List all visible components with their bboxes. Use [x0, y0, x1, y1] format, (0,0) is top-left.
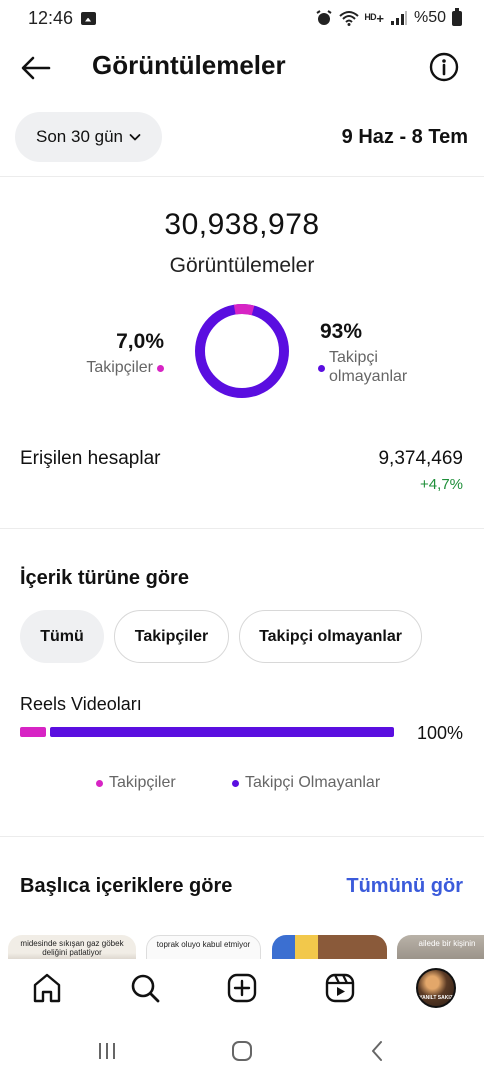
non-followers-legend: Takipçi olmayanlar: [318, 348, 439, 386]
followers-dot-icon: [96, 779, 103, 787]
donut-followers-segment: [195, 304, 289, 398]
thumbnail-caption: toprak oluyo kabul etmiyor: [156, 940, 251, 949]
reached-accounts-change: +4,7%: [420, 476, 463, 493]
non-followers-label: Takipçi olmayanlar: [329, 349, 408, 385]
total-views-label: Görüntülemeler: [169, 254, 315, 277]
image-notification-icon: [81, 11, 97, 25]
profile-avatar[interactable]: YANILT SAKIZ: [416, 968, 456, 1008]
status-bar: 12:46 ᴴᴰ+ %50: [0, 0, 484, 36]
thumbnail-caption: midesinde sıkışan gaz göbek deliğini pat…: [20, 939, 124, 957]
battery-percent: %50: [413, 9, 446, 26]
reels-icon[interactable]: [322, 970, 358, 1006]
create-icon[interactable]: [224, 970, 260, 1006]
followers-dot-icon: [157, 364, 164, 372]
legend-followers-label: Takipçiler: [109, 774, 176, 791]
tab-followers[interactable]: Takipçiler: [114, 610, 229, 663]
chevron-down-icon: [129, 134, 141, 141]
reels-percent: 100%: [416, 723, 463, 743]
reels-share-bar: [20, 727, 394, 737]
tab-all-label: Tümü: [40, 627, 84, 645]
status-right: ᴴᴰ+ %50: [315, 7, 462, 27]
bar-non-followers-segment: [50, 727, 394, 737]
tab-followers-label: Takipçiler: [134, 627, 209, 645]
tab-non-followers[interactable]: Takipçi olmayanlar: [239, 610, 422, 663]
followers-percent: 7,0%: [116, 330, 164, 353]
content-thumbnail[interactable]: midesinde sıkışan gaz göbek deliğini pat…: [8, 935, 136, 959]
wifi-icon: [339, 11, 359, 26]
date-range-dropdown[interactable]: Son 30 gün: [15, 112, 162, 162]
content-thumbnail[interactable]: toprak oluyo kabul etmiyor: [146, 935, 261, 959]
content-type-title: İçerik türüne göre: [20, 567, 189, 589]
see-all-link[interactable]: Tümünü gör: [346, 875, 463, 898]
back-button-icon[interactable]: [363, 1036, 393, 1066]
legend-followers: Takipçiler: [96, 774, 176, 792]
status-time: 12:46: [28, 7, 74, 28]
top-content-title: Başlıca içeriklere göre: [20, 875, 233, 897]
content-thumbnail[interactable]: ailede bir kişinin: [397, 935, 484, 959]
non-followers-dot-icon: [318, 365, 325, 372]
total-views-value: 30,938,978: [164, 208, 320, 241]
divider: [0, 528, 484, 529]
tab-non-followers-label: Takipçi olmayanlar: [259, 627, 402, 645]
legend-non-followers-label: Takipçi Olmayanlar: [245, 774, 381, 791]
home-button-icon[interactable]: [227, 1036, 257, 1066]
back-arrow-icon[interactable]: [18, 50, 54, 86]
date-range-dropdown-label: Son 30 gün: [36, 127, 123, 146]
bar-followers-segment: [20, 727, 46, 737]
tab-all[interactable]: Tümü: [20, 610, 104, 663]
reached-accounts-value: 9,374,469: [378, 448, 463, 469]
thumbnail-caption: ailede bir kişinin: [418, 939, 476, 948]
reached-accounts-label: Erişilen hesaplar: [20, 448, 161, 469]
views-donut-chart: [195, 304, 289, 398]
donut-non-followers-segment: [195, 304, 289, 398]
search-icon[interactable]: [127, 970, 163, 1006]
followers-legend: Takipçiler: [86, 359, 164, 377]
page-title: Görüntülemeler: [92, 50, 286, 80]
top-content-thumbnails: midesinde sıkışan gaz göbek deliğini pat…: [0, 935, 484, 959]
divider: [0, 836, 484, 837]
content-thumbnail[interactable]: [272, 935, 387, 959]
legend-non-followers: Takipçi Olmayanlar: [232, 774, 380, 792]
non-followers-percent: 93%: [320, 320, 363, 343]
non-followers-dot-icon: [232, 779, 239, 787]
recent-apps-icon[interactable]: [92, 1036, 122, 1066]
info-icon[interactable]: [428, 51, 460, 83]
bottom-navigation: YANILT SAKIZ: [0, 960, 484, 1020]
network-type: ᴴᴰ+: [364, 10, 384, 26]
home-icon[interactable]: [29, 970, 65, 1006]
divider: [0, 176, 484, 177]
system-navigation: [0, 1020, 484, 1080]
battery-icon: [452, 7, 462, 26]
alarm-icon: [316, 10, 332, 25]
avatar-text: YANILT SAKIZ: [419, 995, 453, 1001]
date-range-text: 9 Haz - 8 Tem: [341, 126, 468, 148]
followers-label: Takipçiler: [86, 359, 153, 376]
app-header: Görüntülemeler: [0, 40, 484, 96]
signal-icon: [390, 11, 407, 25]
status-left: 12:46: [28, 7, 97, 29]
reels-videos-label: Reels Videoları: [20, 694, 142, 714]
